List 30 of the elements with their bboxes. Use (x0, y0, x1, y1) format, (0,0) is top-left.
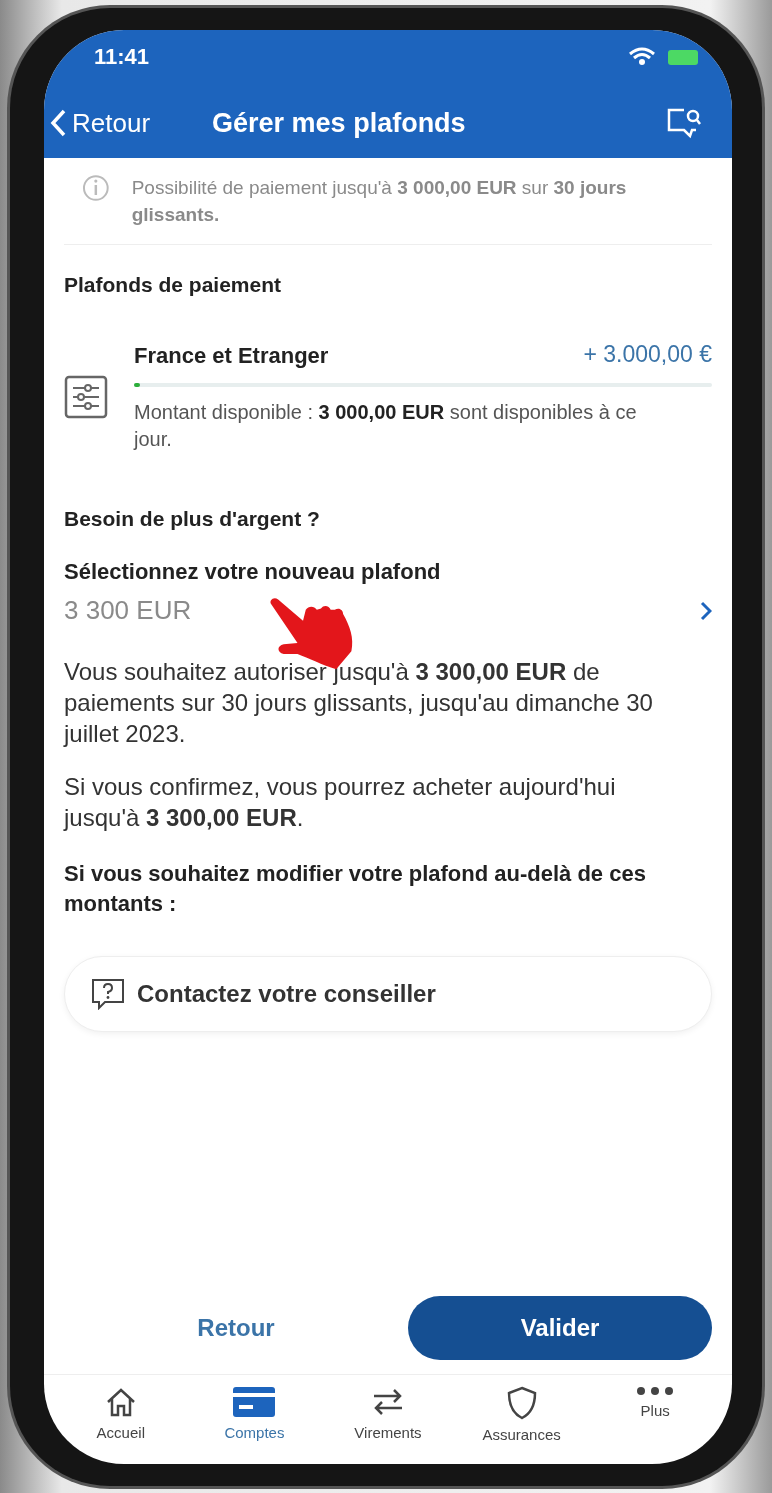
card-icon (232, 1386, 277, 1418)
sliders-icon (64, 375, 108, 420)
available-amount-text: Montant disponible : 3 000,00 EUR sont disponibles à ce jour. (134, 400, 638, 453)
more-icon (635, 1386, 676, 1396)
need-more-heading: Besoin de plus d'argent ? (64, 506, 321, 533)
chevron-left-icon (50, 109, 66, 137)
validate-button[interactable]: Valider (408, 1296, 712, 1360)
question-bubble-icon (91, 978, 125, 1011)
beyond-limit-heading: Si vous souhaitez modifier votre plafond au-delà de ces montants : (64, 860, 647, 918)
nav-tab[interactable]: Comptes (194, 1385, 315, 1444)
info-icon (82, 174, 110, 202)
limit-name: France et Etranger (134, 342, 329, 371)
section-title: Plafonds de paiement (64, 272, 283, 298)
explanation-paragraph: Vous souhaitez autoriser jusqu'à 3 300,00 EUR de paiements sur 30 jours glissants, jusqu'au dimanche 30 juillet 2023. (64, 657, 654, 750)
status-time: 11:41 (94, 44, 150, 70)
nav-tab[interactable]: Accueil (60, 1385, 181, 1444)
nav-tab[interactable]: Virements (328, 1385, 448, 1444)
nav-tab[interactable]: Assurances (461, 1385, 582, 1444)
info-text: Possibilité de paiement jusqu'à 3 000,00 EUR sur 30 jours glissants. (131, 176, 628, 227)
chat-search-icon[interactable] (666, 106, 702, 140)
nav-tab[interactable]: Plus (595, 1385, 716, 1444)
limit-amount: + 3.000,00 € (583, 341, 712, 370)
contact-advisor-button[interactable]: Contactez votre conseiller (64, 956, 712, 1033)
page-title: Gérer mes plafonds (212, 107, 467, 139)
chevron-right-icon (700, 600, 712, 621)
select-label: Sélectionnez votre nouveau plafond (64, 558, 442, 587)
back-button[interactable]: Retour (50, 107, 151, 139)
explanation-paragraph: Si vous confirmez, vous pourrez acheter aujourd'hui jusqu'à 3 300,00 EUR. (64, 772, 617, 834)
shield-icon (505, 1386, 538, 1420)
back-text-button[interactable]: Retour (64, 1296, 408, 1360)
